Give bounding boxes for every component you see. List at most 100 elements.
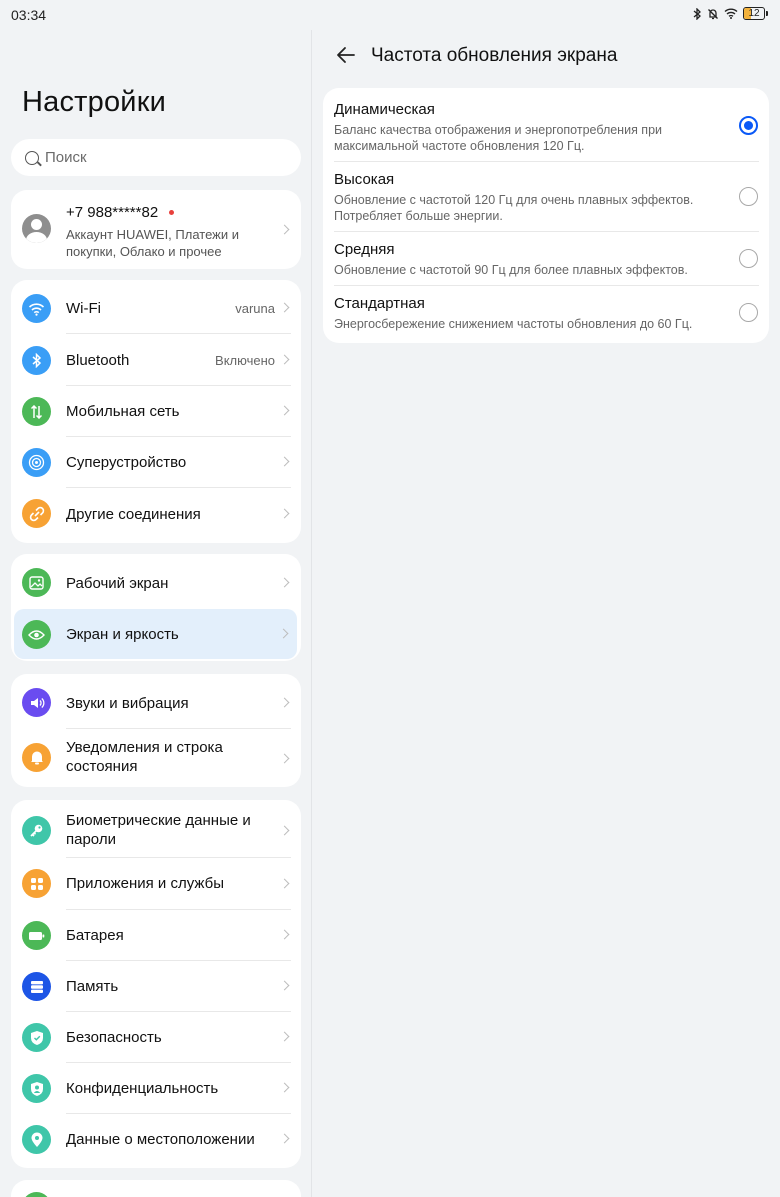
sidebar-item-label: Wi-Fi xyxy=(66,300,101,317)
key-icon xyxy=(22,816,51,845)
location-icon xyxy=(22,1125,51,1154)
sidebar-item-label: Конфиденциальность xyxy=(66,1080,219,1097)
avatar xyxy=(22,214,51,243)
sidebar-item-wifi[interactable]: Wi-Fi varuna xyxy=(11,280,301,334)
chevron-right-icon xyxy=(279,456,290,467)
option-title: Высокая xyxy=(334,171,395,188)
sidebar-item-privacy[interactable]: Конфиденциальность xyxy=(11,1063,301,1114)
chevron-right-icon xyxy=(279,354,290,365)
option-description: Обновление с частотой 120 Гц для очень п… xyxy=(334,193,694,223)
option-standard[interactable]: Стандартная Энергосбережение снижением ч… xyxy=(323,286,769,343)
account-description: Аккаунт HUAWEI, Платежи и покупки, Облак… xyxy=(66,227,239,259)
bell-icon xyxy=(22,743,51,772)
wifi-icon xyxy=(22,294,51,323)
home-screen-icon xyxy=(22,568,51,597)
sound-notifications-group: Звуки и вибрация Уведомления и строка со… xyxy=(11,674,301,787)
option-description: Обновление с частотой 90 Гц для более пл… xyxy=(334,263,688,277)
sidebar-item-home-screen[interactable]: Рабочий экран xyxy=(11,554,301,609)
chevron-right-icon xyxy=(279,825,290,836)
next-group-icon xyxy=(22,1192,51,1197)
sidebar-item-label: Экран и яркость xyxy=(66,626,179,643)
option-title: Стандартная xyxy=(334,295,425,312)
radio-button-selected[interactable] xyxy=(739,116,758,135)
chevron-right-icon xyxy=(279,508,290,519)
account-card[interactable]: +7 988*****82 Аккаунт HUAWEI, Платежи и … xyxy=(11,190,301,269)
option-dynamic[interactable]: Динамическая Баланс качества отображения… xyxy=(323,88,769,162)
refresh-rate-options: Динамическая Баланс качества отображения… xyxy=(323,88,769,343)
bluetooth-status-icon xyxy=(693,7,701,20)
radio-button[interactable] xyxy=(739,303,758,322)
detail-panel: Частота обновления экрана Динамическая Б… xyxy=(312,30,780,1197)
privacy-icon xyxy=(22,1074,51,1103)
mute-icon xyxy=(708,8,718,19)
sidebar-item-other-connections[interactable]: Другие соединения xyxy=(11,488,301,543)
sidebar-item-location[interactable]: Данные о местоположении xyxy=(11,1114,301,1168)
connections-group: Wi-Fi varuna Bluetooth Включено Мобильна… xyxy=(11,280,301,543)
chevron-right-icon xyxy=(279,878,290,889)
sidebar-item-value: varuna xyxy=(235,301,275,316)
status-time: 03:34 xyxy=(11,7,47,23)
sidebar-item-label: Звуки и вибрация xyxy=(66,695,189,712)
status-icons: 12 xyxy=(693,7,768,20)
sidebar-item-notifications[interactable]: Уведомления и строка состояния xyxy=(11,729,301,787)
back-arrow-icon[interactable] xyxy=(334,43,358,67)
sidebar-item-label: Память xyxy=(66,978,119,995)
link-icon xyxy=(22,499,51,528)
option-medium[interactable]: Средняя Обновление с частотой 90 Гц для … xyxy=(323,232,769,286)
sidebar-item-battery[interactable]: Батарея xyxy=(11,910,301,961)
storage-icon xyxy=(22,972,51,1001)
chevron-right-icon xyxy=(279,697,290,708)
chevron-right-icon xyxy=(279,929,290,940)
chevron-right-icon xyxy=(279,405,290,416)
status-bar: 03:34 12 xyxy=(0,0,780,30)
next-group xyxy=(11,1180,301,1197)
option-description: Баланс качества отображения и энергопотр… xyxy=(334,123,663,153)
eye-icon xyxy=(22,620,51,649)
sidebar-item-label: Другие соединения xyxy=(66,506,201,523)
sidebar-item-label: Уведомления и строка состояния xyxy=(66,739,223,775)
sidebar-item-bluetooth[interactable]: Bluetooth Включено xyxy=(11,334,301,386)
option-title: Динамическая xyxy=(334,101,435,118)
sidebar-item-label: Bluetooth xyxy=(66,352,130,369)
bluetooth-icon xyxy=(22,346,51,375)
option-high[interactable]: Высокая Обновление с частотой 120 Гц для… xyxy=(323,162,769,232)
settings-sidebar: Настройки +7 988*****82 Аккаунт HUAWEI, … xyxy=(0,30,311,1197)
chevron-right-icon xyxy=(279,753,290,764)
search-bar[interactable] xyxy=(11,139,301,176)
chevron-right-icon xyxy=(279,302,290,313)
page-title: Настройки xyxy=(22,86,166,118)
sidebar-item-biometrics[interactable]: Биометрические данные и пароли xyxy=(11,800,301,858)
radio-button[interactable] xyxy=(739,249,758,268)
wifi-status-icon xyxy=(724,8,738,19)
sidebar-item-label: Данные о местоположении xyxy=(66,1131,255,1148)
sound-icon xyxy=(22,688,51,717)
chevron-right-icon xyxy=(279,1082,290,1093)
apps-icon xyxy=(22,869,51,898)
sidebar-item-superdevice[interactable]: Суперустройство xyxy=(11,437,301,488)
chevron-right-icon xyxy=(279,1133,290,1144)
display-group: Рабочий экран Экран и яркость xyxy=(11,554,301,661)
sidebar-item-label: Безопасность xyxy=(66,1029,162,1046)
sidebar-item-apps[interactable]: Приложения и службы xyxy=(11,858,301,910)
radio-button[interactable] xyxy=(739,187,758,206)
notification-dot xyxy=(169,210,174,215)
sidebar-item-display-brightness[interactable]: Экран и яркость xyxy=(14,609,297,659)
sidebar-item-label: Биометрические данные и пароли xyxy=(66,812,251,848)
chevron-right-icon xyxy=(279,1031,290,1042)
sidebar-item-label: Батарея xyxy=(66,927,124,944)
option-description: Энергосбережение снижением частоты обнов… xyxy=(334,317,693,331)
chevron-right-icon xyxy=(279,980,290,991)
sidebar-item-label: Рабочий экран xyxy=(66,575,169,592)
search-input[interactable] xyxy=(45,149,245,166)
shield-icon xyxy=(22,1023,51,1052)
sidebar-item-storage[interactable]: Память xyxy=(11,961,301,1012)
sidebar-item-mobile-network[interactable]: Мобильная сеть xyxy=(11,386,301,437)
search-icon xyxy=(25,150,39,165)
sidebar-item-security[interactable]: Безопасность xyxy=(11,1012,301,1063)
sidebar-item-value: Включено xyxy=(215,353,275,368)
sidebar-item-label: Суперустройство xyxy=(66,454,187,471)
sidebar-item-label: Приложения и службы xyxy=(66,875,224,892)
sidebar-item-sounds[interactable]: Звуки и вибрация xyxy=(11,674,301,729)
system-group: Биометрические данные и пароли Приложени… xyxy=(11,800,301,1168)
chevron-right-icon xyxy=(279,577,290,588)
